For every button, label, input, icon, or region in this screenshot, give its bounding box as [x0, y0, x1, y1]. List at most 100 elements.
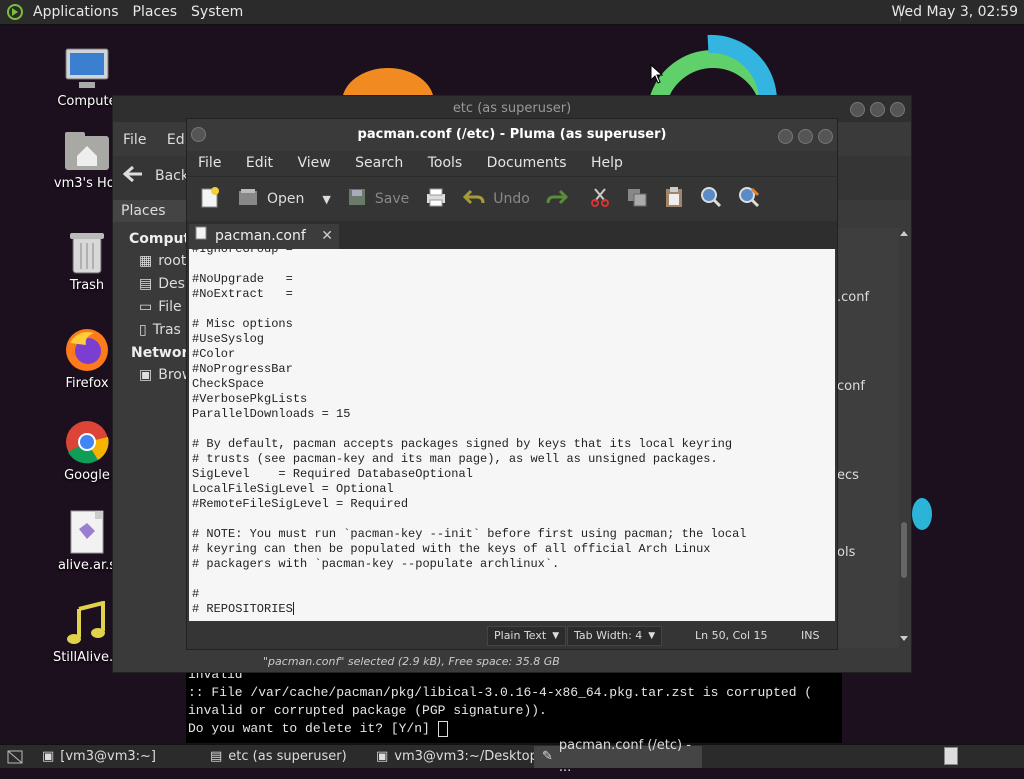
- tab-label: pacman.conf: [215, 228, 306, 244]
- tab-pacman-conf[interactable]: pacman.conf ✕: [189, 224, 339, 249]
- minimize-button[interactable]: [850, 102, 865, 117]
- applications-menu[interactable]: Applications: [26, 0, 126, 25]
- firefox-icon: [63, 326, 111, 374]
- language-label: Plain Text: [494, 629, 547, 642]
- workspace-switcher[interactable]: [944, 747, 958, 765]
- task-terminal-desktop[interactable]: ▣ vm3@vm3:~/Desktop: [368, 746, 538, 768]
- tab-width-label: Tab Width: 4: [574, 629, 643, 642]
- home-folder-icon: [63, 126, 111, 174]
- file-item[interactable]: conf: [837, 379, 865, 394]
- close-button[interactable]: [818, 129, 833, 144]
- text-editor[interactable]: #IgnoreGroup = #NoUpgrade = #NoExtract =…: [189, 249, 835, 622]
- top-panel: Applications Places System Wed May 3, 02…: [0, 0, 1024, 25]
- open-label: Open: [267, 191, 305, 207]
- folder-icon: ▦: [139, 253, 153, 269]
- sidebar-item-label: File: [158, 299, 182, 315]
- minimize-button[interactable]: [778, 129, 793, 144]
- paste-button[interactable]: [656, 177, 692, 221]
- clock[interactable]: Wed May 3, 02:59: [891, 0, 1024, 25]
- pluma-window[interactable]: pacman.conf (/etc) - Pluma (as superuser…: [186, 118, 838, 650]
- drive-icon: ▭: [139, 299, 153, 315]
- pluma-menubar: File Edit View Search Tools Documents He…: [187, 151, 837, 176]
- menu-file[interactable]: File: [198, 155, 221, 171]
- redo-button[interactable]: [538, 177, 576, 221]
- desktop-icon: ▤: [139, 276, 153, 292]
- undo-icon: [463, 188, 485, 210]
- magnifier-icon: [700, 186, 722, 212]
- menu-documents[interactable]: Documents: [487, 155, 567, 171]
- pluma-title: pacman.conf (/etc) - Pluma (as superuser…: [357, 127, 667, 142]
- file-item[interactable]: ols: [837, 545, 855, 560]
- computer-icon: [63, 44, 111, 92]
- maximize-button[interactable]: [870, 102, 885, 117]
- file-list-scrollbar[interactable]: [899, 230, 909, 644]
- system-menu[interactable]: System: [184, 0, 250, 25]
- menu-tools[interactable]: Tools: [428, 155, 463, 171]
- maximize-button[interactable]: [798, 129, 813, 144]
- sidebar-item-root[interactable]: ▦ root: [113, 250, 188, 273]
- cursor-position: Ln 50, Col 15: [695, 629, 768, 642]
- task-pluma[interactable]: ✎ pacman.conf (/etc) - ...: [534, 738, 702, 775]
- find-button[interactable]: [692, 177, 730, 221]
- sidebar-header-computer: Compute: [129, 231, 200, 247]
- terminal-output: invalid :: File /var/cache/pacman/pkg/li…: [188, 673, 813, 736]
- back-button[interactable]: Back: [122, 165, 189, 186]
- menu-help[interactable]: Help: [591, 155, 623, 171]
- save-icon: [347, 187, 367, 211]
- task-file-manager[interactable]: ▤ etc (as superuser): [202, 746, 368, 768]
- file-item[interactable]: ecs: [837, 468, 859, 483]
- tab-width-selector[interactable]: Tab Width: 4 ▼: [567, 626, 663, 646]
- menu-file[interactable]: File: [123, 132, 146, 148]
- print-button[interactable]: [417, 177, 455, 221]
- sidebar-item-browse-network[interactable]: ▣ Brow: [113, 364, 188, 387]
- open-button[interactable]: Open ▼: [229, 177, 339, 221]
- window-menu-button[interactable]: [191, 127, 206, 142]
- menu-view[interactable]: View: [297, 155, 330, 171]
- file-list[interactable]: .conf conf ecs ols: [837, 228, 899, 648]
- save-label: Save: [374, 191, 410, 207]
- places-selector[interactable]: Places: [113, 200, 188, 222]
- text-cursor: [292, 602, 294, 616]
- task-terminal-home[interactable]: ▣ [vm3@vm3:~]: [34, 746, 202, 768]
- cut-button[interactable]: [576, 177, 618, 221]
- back-label: Back: [155, 168, 189, 184]
- text-file-icon: [63, 508, 111, 556]
- terminal-icon: ▣: [376, 748, 389, 764]
- sidebar-item-filesystem[interactable]: ▭ File: [113, 296, 188, 319]
- replace-button[interactable]: [730, 177, 768, 221]
- menu-search[interactable]: Search: [355, 155, 403, 171]
- copy-button[interactable]: [618, 177, 656, 221]
- sidebar-item-label: Brow: [158, 367, 188, 383]
- chevron-down-icon[interactable]: ▼: [322, 193, 330, 206]
- places-menu[interactable]: Places: [126, 0, 185, 25]
- language-selector[interactable]: Plain Text ▼: [487, 626, 567, 646]
- printer-icon: [425, 187, 447, 211]
- network-icon: ▣: [139, 367, 153, 383]
- editor-content: #IgnoreGroup = #NoUpgrade = #NoExtract =…: [192, 249, 747, 616]
- task-label: etc (as superuser): [228, 748, 347, 764]
- wallpaper-blue-shape: [912, 498, 932, 530]
- pluma-toolbar: Open ▼ Save Undo: [187, 176, 837, 221]
- sidebar-item-trash[interactable]: ▯ Tras: [113, 319, 188, 342]
- pluma-titlebar[interactable]: pacman.conf (/etc) - Pluma (as superuser…: [187, 119, 837, 151]
- save-button[interactable]: Save: [339, 177, 417, 221]
- file-manager-status: "pacman.conf" selected (2.9 kB), Free sp…: [263, 655, 560, 668]
- clipboard-icon: [664, 186, 684, 212]
- terminal-window[interactable]: invalid :: File /var/cache/pacman/pkg/li…: [186, 673, 842, 743]
- file-item[interactable]: .conf: [837, 290, 869, 305]
- task-label: vm3@vm3:~/Desktop: [394, 748, 538, 764]
- show-desktop-icon[interactable]: [6, 748, 24, 766]
- music-file-icon: [63, 600, 111, 648]
- new-document-button[interactable]: [187, 177, 229, 221]
- terminal-cursor: [437, 720, 448, 737]
- document-tabbar: pacman.conf ✕: [187, 221, 837, 249]
- arrow-left-icon: [122, 165, 143, 186]
- sidebar-item-desktop[interactable]: ▤ Des: [113, 273, 188, 296]
- undo-button[interactable]: Undo: [455, 177, 538, 221]
- menu-edit[interactable]: Edit: [246, 155, 273, 171]
- trash-icon: ▯: [139, 322, 147, 338]
- file-manager-title: etc (as superuser): [452, 101, 572, 116]
- close-icon[interactable]: ✕: [321, 224, 333, 249]
- distro-logo-icon[interactable]: [4, 1, 26, 23]
- close-button[interactable]: [890, 102, 905, 117]
